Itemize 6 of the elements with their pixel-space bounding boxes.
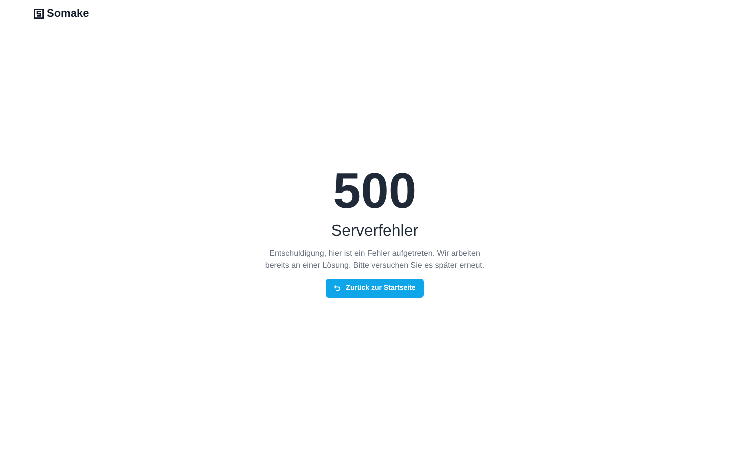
undo-icon: [334, 285, 342, 292]
error-code: 500: [333, 165, 417, 217]
error-title: Serverfehler: [331, 223, 419, 241]
logo-icon: [34, 9, 44, 19]
error-message: Entschuldigung, hier ist ein Fehler aufgetreten. Wir arbeiten bereits an einer Lösung. Bitte versuchen Sie es später erneut.: [264, 248, 486, 272]
brand-name: Somake: [47, 8, 90, 20]
